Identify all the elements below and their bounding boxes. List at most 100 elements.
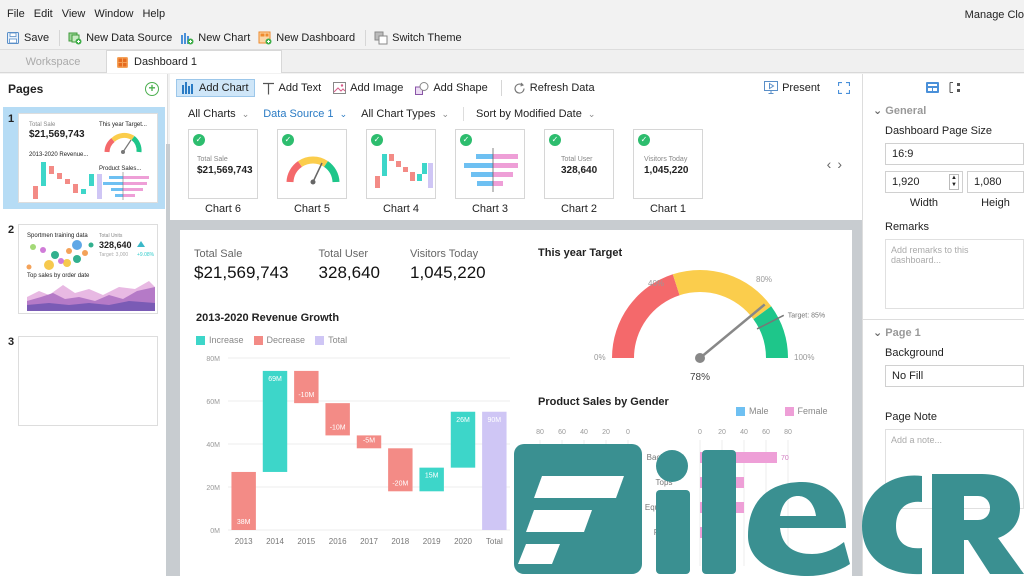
- x-tick-label: 2014: [266, 537, 284, 546]
- kpi-visitors-today[interactable]: Visitors Today 1,045,220: [410, 248, 486, 283]
- bar-value-label: 69M: [268, 376, 282, 383]
- x-tick-label: 2018: [391, 537, 409, 546]
- menu-edit[interactable]: Edit: [34, 8, 53, 20]
- bar-chart-icon: [182, 82, 193, 94]
- gauge-tick-label: 0%: [594, 353, 606, 362]
- chevron-down-icon: ⌄: [873, 327, 886, 339]
- chart-types-dropdown[interactable]: All Chart Types ⌄: [361, 108, 449, 120]
- target-label: Target: 85%: [788, 312, 825, 319]
- kpi-total-sale[interactable]: Total Sale $21,569,743: [194, 248, 289, 283]
- needle-hub: [695, 353, 705, 363]
- thumbnail-charts: [33, 132, 149, 200]
- waterfall-thumbnail: [375, 154, 433, 188]
- category-label: Backpack: [647, 453, 683, 462]
- sort-dropdown[interactable]: Sort by Modified Date ⌄: [476, 108, 595, 120]
- shape-icon: [415, 81, 429, 95]
- dashboard-add-icon: [258, 31, 272, 44]
- menu-file[interactable]: File: [7, 8, 25, 20]
- tab-dashboard-1[interactable]: Dashboard 1: [106, 50, 282, 73]
- product-sales-legend: Male Female: [736, 406, 828, 417]
- page-note-textarea[interactable]: Add a note...: [885, 429, 1024, 509]
- add-chart-button[interactable]: Add Chart: [176, 79, 255, 97]
- product-sales-chart[interactable]: 80 60 40 20 0 0 20 40 60 80 Backpack Tops Equipment P…: [520, 426, 850, 576]
- add-shape-button[interactable]: Add Shape: [410, 80, 492, 97]
- gauge-chart[interactable]: Target: 85% 78% 0% 40% 80% 100%: [580, 262, 830, 390]
- y-tick-label: 60M: [206, 399, 220, 406]
- chart-card-6[interactable]: ✓ Total Sale $21,569,743 Chart 6: [188, 129, 258, 217]
- axis-tick-label: 0: [626, 429, 630, 436]
- axis-tick-label: 40: [580, 429, 588, 436]
- x-tick-label: 2017: [360, 537, 378, 546]
- bar-value-label: -5M: [363, 437, 375, 444]
- height-input[interactable]: 1,080: [966, 171, 1024, 193]
- chart-card-3[interactable]: ✓ Chart 3: [455, 129, 525, 217]
- chart-card-5[interactable]: ✓ Chart 5: [277, 129, 347, 217]
- add-image-button[interactable]: Add Image: [328, 80, 408, 96]
- toolbar-divider: [365, 29, 367, 46]
- switch-theme-button[interactable]: Switch Theme: [374, 31, 462, 45]
- fullscreen-icon[interactable]: [838, 81, 850, 94]
- page-size-select[interactable]: 16:9: [885, 143, 1024, 165]
- kpi-row: Total Sale $21,569,743 Total User 328,640 …: [194, 248, 516, 283]
- chart-card-2[interactable]: ✓ Total User 328,640 Chart 2: [544, 129, 614, 217]
- properties-tab-icon[interactable]: [925, 81, 939, 93]
- background-select[interactable]: No Fill: [885, 365, 1024, 387]
- kpi-total-user[interactable]: Total User 328,640: [319, 248, 380, 283]
- menu-help[interactable]: Help: [142, 8, 165, 20]
- dashboard-page: Total Sale $21,569,743 Total User 328,640 …: [180, 230, 852, 576]
- check-icon: ✓: [638, 134, 650, 146]
- new-data-source-button[interactable]: New Data Source: [68, 31, 172, 45]
- refresh-data-button[interactable]: Refresh Data: [508, 80, 600, 97]
- remarks-textarea[interactable]: Add remarks to this dashboard...: [885, 239, 1024, 309]
- check-icon: ✓: [549, 134, 561, 146]
- canvas-toolbar: Add Chart Add Text Add Image Add Shape R…: [170, 74, 862, 102]
- legend-total: Total: [315, 335, 347, 346]
- data-source-dropdown[interactable]: Data Source 1 ⌄: [263, 108, 347, 120]
- menu-window[interactable]: Window: [94, 8, 133, 20]
- spinner-icon[interactable]: ▲ ▼: [949, 174, 959, 190]
- bar-value-label: -20M: [392, 480, 408, 487]
- page-item-1[interactable]: 1 Total Sale $21,569,743 This year Targe…: [3, 107, 165, 209]
- layers-tab-icon[interactable]: [949, 81, 962, 93]
- axis-tick-label: 60: [558, 429, 566, 436]
- x-tick-label: Total: [486, 537, 503, 546]
- properties-panel: ⌄ General Dashboard Page Size 16:9 1,920…: [862, 74, 1024, 576]
- page-section-header[interactable]: ⌄ Page 1: [863, 326, 1024, 339]
- general-section-header[interactable]: ⌄ General: [863, 104, 1024, 117]
- axis-tick-label: 20: [602, 429, 610, 436]
- axis-tick-label: 80: [784, 429, 792, 436]
- menu-view[interactable]: View: [62, 8, 86, 20]
- section-divider: [863, 319, 1024, 320]
- bar-value-label: 59: [549, 505, 557, 512]
- new-chart-button[interactable]: New Chart: [180, 31, 250, 45]
- x-tick-label: 2019: [423, 537, 441, 546]
- male-bar: [563, 502, 628, 513]
- present-button[interactable]: Present: [764, 81, 820, 94]
- page-item-3[interactable]: 3: [3, 330, 165, 432]
- tab-workspace[interactable]: Workspace: [0, 50, 106, 73]
- female-bar: [700, 477, 744, 488]
- width-input[interactable]: 1,920 ▲ ▼: [885, 171, 963, 193]
- menu-bar: File Edit View Window Help Manage Clo: [0, 0, 1024, 28]
- gauge-band: [612, 274, 680, 358]
- chart-card-4[interactable]: ✓ Chart 4: [366, 129, 436, 217]
- chart-add-icon: [181, 32, 194, 44]
- main-toolbar: Save New Data Source New Chart New Dashb…: [0, 26, 1024, 50]
- save-button[interactable]: Save: [6, 31, 49, 45]
- x-tick-label: 2013: [235, 537, 253, 546]
- manage-cloud-link[interactable]: Manage Clo: [965, 9, 1024, 21]
- add-page-button[interactable]: +: [145, 82, 159, 96]
- waterfall-chart[interactable]: 0M 20M 40M 60M 80M 38M 2013 69M 2014 -10M 2015 -10M…: [190, 350, 520, 555]
- add-text-button[interactable]: Add Text: [257, 80, 327, 97]
- properties-tabs: [863, 74, 1024, 100]
- chevron-down-icon: ⌄: [587, 108, 596, 119]
- male-bar: [551, 477, 628, 488]
- all-charts-dropdown[interactable]: All Charts ⌄: [188, 108, 249, 120]
- new-dashboard-button[interactable]: New Dashboard: [258, 31, 355, 45]
- page-item-2[interactable]: 2 Sportmen training data Total Units 328…: [3, 218, 165, 320]
- chart-card-1[interactable]: ✓ Visitors Today 1,045,220 Chart 1: [633, 129, 703, 217]
- legend-male: Male: [736, 406, 769, 417]
- y-tick-label: 80M: [206, 356, 220, 363]
- chevron-left-icon[interactable]: ‹: [827, 156, 838, 172]
- chevron-right-icon[interactable]: ›: [837, 156, 848, 172]
